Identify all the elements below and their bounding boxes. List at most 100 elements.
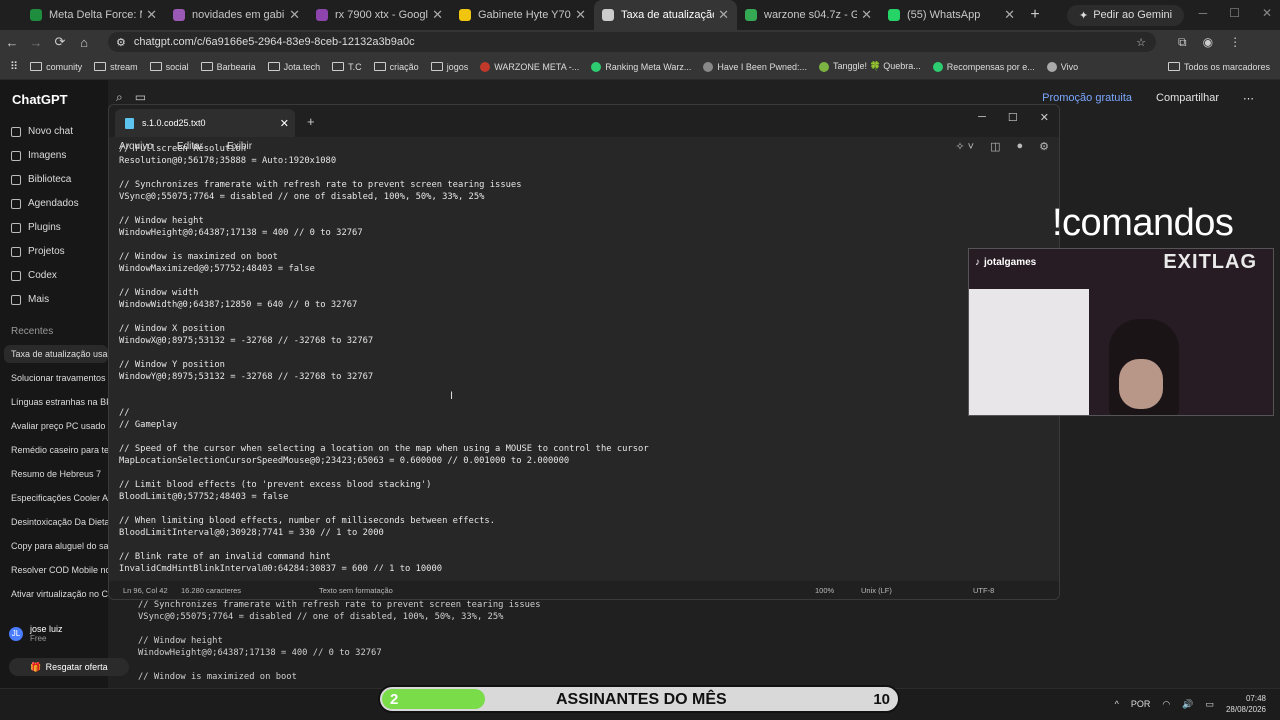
- bookmark-item[interactable]: Have I Been Pwned:...: [703, 61, 807, 72]
- bookmark-item[interactable]: social: [149, 62, 189, 72]
- toolbar-right: ⧉ ◉ ⋮: [1178, 35, 1241, 50]
- bookmark-item[interactable]: Tanggle! 🍀 Quebra...: [818, 61, 921, 72]
- chat-history-item[interactable]: Taxa de atualização usada: [4, 345, 108, 363]
- bookmark-item[interactable]: Jota.tech: [267, 62, 320, 72]
- sidebar-nav-item[interactable]: Mais: [11, 294, 49, 305]
- sidebar-nav-item[interactable]: Plugins: [11, 222, 61, 233]
- text-format[interactable]: Texto sem formatação: [319, 586, 393, 595]
- tab-favicon-icon: [30, 9, 42, 21]
- nav-label: Mais: [28, 294, 50, 305]
- bookmark-label: Vivo: [1060, 61, 1079, 72]
- tab-close-icon[interactable]: ✕: [861, 7, 872, 23]
- minimize-icon[interactable]: ─: [978, 111, 986, 124]
- encoding[interactable]: UTF-8: [973, 586, 994, 595]
- chat-history-item[interactable]: Ativar virtualização no C: [11, 589, 108, 599]
- code-line: BloodLimit@0;57752;48403 = false: [119, 492, 289, 502]
- sidebar-nav-item[interactable]: Projetos: [11, 246, 65, 257]
- chat-history-item[interactable]: Línguas estranhas na BF: [11, 397, 108, 407]
- chatgpt-brand[interactable]: ChatGPT: [12, 92, 68, 107]
- bookmark-item[interactable]: T.C: [332, 62, 362, 72]
- bookmark-item[interactable]: WARZONE META -...: [480, 61, 579, 72]
- bookmark-item[interactable]: Ranking Meta Warz...: [591, 61, 691, 72]
- clock[interactable]: 07:48 28/08/2026: [1226, 693, 1266, 715]
- apps-icon[interactable]: ⠿: [10, 60, 18, 73]
- chat-code-line: // Window is maximized on boot: [138, 672, 297, 682]
- line-ending[interactable]: Unix (LF): [861, 586, 892, 595]
- sidebar-nav-item[interactable]: Biblioteca: [11, 174, 71, 185]
- tab-title: novidades em gabinete hig: [192, 9, 285, 21]
- all-bookmarks[interactable]: Todos os marcadores: [1167, 62, 1270, 72]
- chevron-up-icon[interactable]: ^: [1115, 699, 1119, 709]
- sidebar-nav-item[interactable]: Novo chat: [11, 126, 73, 137]
- user-profile[interactable]: JL jose luiz Free: [9, 624, 63, 643]
- browser-tab[interactable]: Meta Delta Force: Melhores ✕: [22, 0, 165, 30]
- browser-tab[interactable]: (55) WhatsApp ✕: [880, 0, 1023, 30]
- tab-close-icon[interactable]: ✕: [432, 7, 443, 23]
- browser-tab[interactable]: rx 7900 xtx - Google Shop ✕: [308, 0, 451, 30]
- tab-favicon-icon: [316, 9, 328, 21]
- url-field[interactable]: ⚙ chatgpt.com/c/6a9166e5-2964-83e9-8ceb-…: [108, 32, 1156, 52]
- redeem-offer-button[interactable]: 🎁 Resgatar oferta: [9, 658, 129, 676]
- sidebar-nav-item[interactable]: Imagens: [11, 150, 66, 161]
- browser-tab[interactable]: warzone s04.7z - Google D✕: [737, 0, 880, 30]
- notepad-text-area[interactable]: // Fullscreen Resolution Resolution@0;561…: [119, 143, 1049, 571]
- language-indicator[interactable]: POR: [1131, 699, 1151, 709]
- browser-tab[interactable]: Taxa de atualização usada✕: [594, 0, 737, 30]
- tab-close-icon[interactable]: ✕: [289, 7, 300, 23]
- close-tab-icon[interactable]: ✕: [280, 117, 289, 130]
- bookmark-item[interactable]: criação: [373, 62, 419, 72]
- bookmark-favicon-icon: [480, 61, 491, 72]
- nav-icon: [11, 222, 21, 233]
- tab-close-icon[interactable]: ✕: [718, 7, 729, 23]
- bookmark-item[interactable]: stream: [94, 62, 138, 72]
- new-tab-icon[interactable]: +: [307, 114, 315, 129]
- maximize-icon[interactable]: ☐: [1008, 111, 1018, 124]
- bookmark-item[interactable]: Vivo: [1046, 61, 1079, 72]
- notepad-file-tab[interactable]: s.1.0.cod25.txt0 ✕: [115, 109, 295, 137]
- sidebar-nav-item[interactable]: Agendados: [11, 198, 79, 209]
- bookmark-star-icon[interactable]: ☆: [1136, 36, 1146, 49]
- tab-close-icon[interactable]: ✕: [575, 7, 586, 23]
- bookmark-item[interactable]: Barbearia: [200, 62, 256, 72]
- bookmark-item[interactable]: comunity: [30, 62, 82, 72]
- chat-history-item[interactable]: Desintoxicação Da Dieta: [11, 517, 108, 527]
- chat-history-item[interactable]: Resumo de Hebreus 7: [11, 469, 108, 479]
- chat-history-item[interactable]: Solucionar travamentos: [11, 373, 108, 383]
- home-icon[interactable]: ⌂: [72, 35, 96, 50]
- tab-close-icon[interactable]: ✕: [1004, 7, 1015, 23]
- chat-history-item[interactable]: Avaliar preço PC usado: [11, 421, 108, 431]
- battery-icon[interactable]: ▭: [1205, 699, 1214, 710]
- forward-icon[interactable]: →: [24, 35, 48, 50]
- new-tab-icon[interactable]: +: [1023, 6, 1047, 24]
- bookmark-item[interactable]: Recompensas por e...: [932, 61, 1035, 72]
- tab-close-icon[interactable]: ✕: [146, 7, 157, 23]
- chat-history-item[interactable]: Resolver COD Mobile no: [11, 565, 108, 575]
- extensions-icon[interactable]: ⧉: [1178, 35, 1187, 50]
- browser-tab[interactable]: novidades em gabinete hig ✕: [165, 0, 308, 30]
- profile-icon[interactable]: ◉: [1203, 35, 1213, 50]
- menu-icon[interactable]: ⋮: [1229, 35, 1241, 50]
- back-icon[interactable]: ←: [0, 35, 24, 50]
- reload-icon[interactable]: ⟳: [48, 34, 72, 50]
- free-promo-link[interactable]: Promoção gratuita: [1042, 92, 1132, 104]
- notepad-titlebar: s.1.0.cod25.txt0 ✕ + ─ ☐ ✕: [109, 105, 1059, 137]
- bookmark-item[interactable]: jogos: [430, 62, 468, 72]
- maximize-icon[interactable]: ☐: [1229, 6, 1240, 20]
- chat-history-item[interactable]: Especificações Cooler A: [11, 493, 108, 503]
- share-button[interactable]: Compartilhar: [1156, 92, 1219, 104]
- browser-tab[interactable]: Gabinete Hyte Y70 Touch ✕: [451, 0, 594, 30]
- gemini-button[interactable]: ✦ Pedir ao Gemini: [1067, 4, 1185, 26]
- wifi-icon[interactable]: ◠: [1162, 699, 1170, 710]
- volume-icon[interactable]: 🔊: [1182, 699, 1193, 710]
- more-options-icon[interactable]: ⋯: [1243, 92, 1254, 105]
- zoom-level[interactable]: 100%: [815, 586, 834, 595]
- chat-history-item[interactable]: Remédio caseiro para te: [11, 445, 108, 455]
- close-icon[interactable]: ✕: [1040, 111, 1049, 124]
- minimize-icon[interactable]: ─: [1199, 6, 1208, 20]
- sidebar-nav-item[interactable]: Codex: [11, 270, 57, 281]
- chat-history-item[interactable]: Copy para aluguel do sa: [11, 541, 108, 551]
- site-info-icon[interactable]: ⚙: [116, 36, 126, 49]
- tiktok-icon: ♪: [975, 257, 980, 268]
- close-icon[interactable]: ✕: [1262, 6, 1272, 20]
